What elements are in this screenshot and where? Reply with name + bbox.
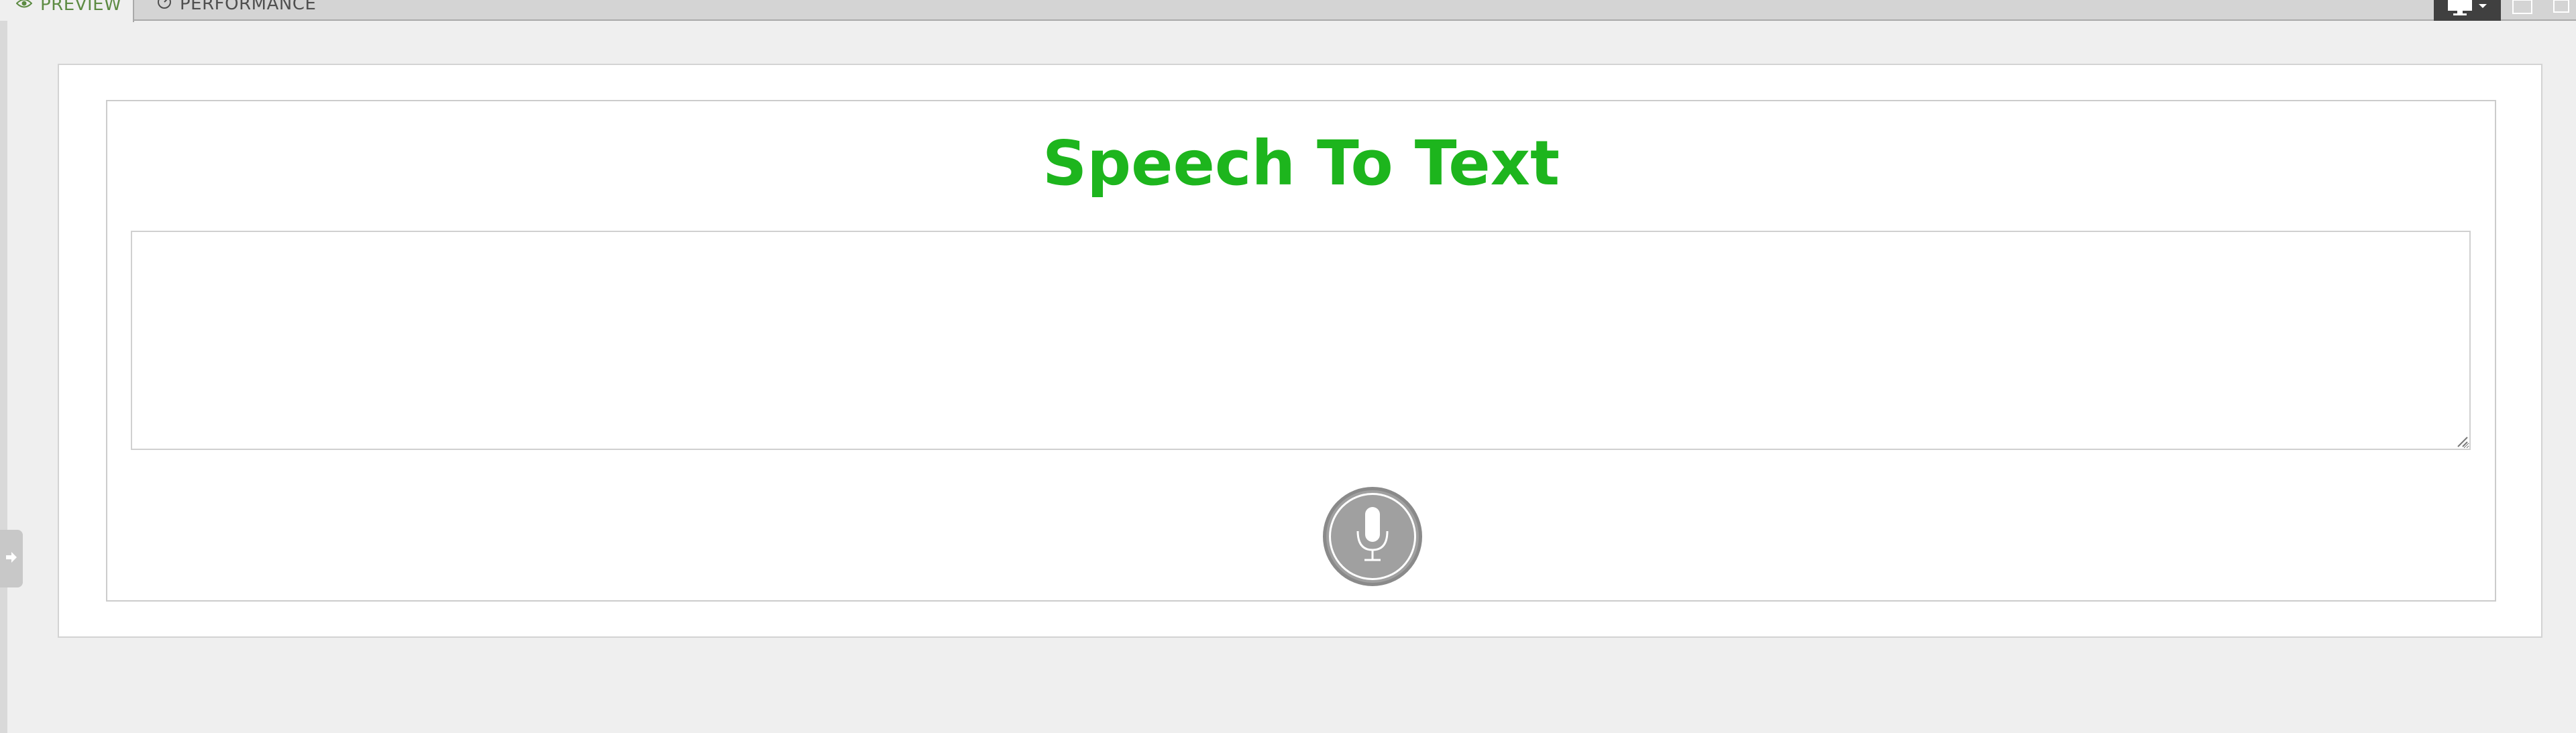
desktop-icon xyxy=(2444,0,2491,19)
expand-panel-handle[interactable] xyxy=(0,530,23,587)
tab-performance-label: PERFORMANCE xyxy=(180,0,317,14)
transcript-textarea[interactable] xyxy=(131,231,2471,450)
preview-frame: Speech To Text xyxy=(58,64,2542,638)
speedometer-icon xyxy=(157,0,172,13)
expand-button[interactable] xyxy=(2506,0,2539,21)
left-rail xyxy=(0,21,7,733)
square-icon xyxy=(2511,0,2534,17)
eye-icon xyxy=(15,0,33,12)
popout-icon xyxy=(2550,0,2570,17)
arrow-right-icon xyxy=(5,550,18,567)
popout-button[interactable] xyxy=(2544,0,2576,21)
tab-preview[interactable]: PREVIEW xyxy=(0,0,134,22)
device-selector-button[interactable] xyxy=(2434,0,2501,21)
tab-performance[interactable]: PERFORMANCE xyxy=(141,0,316,21)
tab-bar: PREVIEW PERFORMANCE xyxy=(0,0,2576,22)
microphone-icon xyxy=(1352,504,1393,569)
page-title: Speech To Text xyxy=(1042,127,1560,199)
tab-preview-label: PREVIEW xyxy=(40,0,122,15)
microphone-button[interactable] xyxy=(1323,487,1422,586)
speech-to-text-card: Speech To Text xyxy=(106,100,2496,602)
